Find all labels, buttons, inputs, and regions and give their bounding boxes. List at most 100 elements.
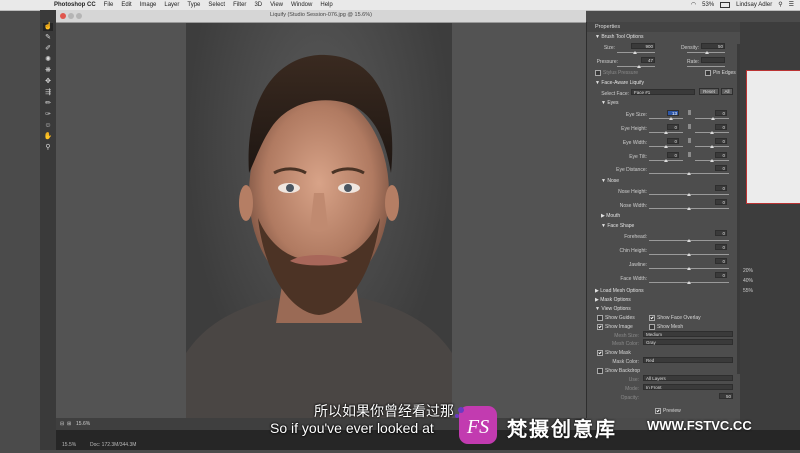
eye-width-left-knob[interactable] xyxy=(664,145,668,148)
eye-distance-field[interactable]: 0 xyxy=(715,165,727,171)
zoom-level[interactable]: 15.6% xyxy=(76,421,90,427)
select-face-dropdown[interactable]: Face #1 xyxy=(631,89,695,95)
show-mesh-checkbox[interactable] xyxy=(649,324,655,330)
zoom-minus-icon[interactable]: ⊟ xyxy=(60,421,64,427)
rate-field[interactable] xyxy=(701,57,725,63)
show-mask-checkbox[interactable] xyxy=(597,350,603,356)
chin-height-field[interactable]: 0 xyxy=(715,244,727,250)
nose-width-field[interactable]: 0 xyxy=(715,199,727,205)
preview-canvas[interactable] xyxy=(56,23,586,418)
nose-width-knob[interactable] xyxy=(687,207,691,210)
forehead-field[interactable]: 0 xyxy=(715,230,727,236)
eye-height-left-field[interactable]: 0 xyxy=(667,124,679,130)
opacity-field[interactable]: 50 xyxy=(719,393,733,399)
eye-height-link-icon[interactable] xyxy=(688,124,691,129)
menu-3d[interactable]: 3D xyxy=(254,2,262,8)
density-field[interactable]: 50 xyxy=(701,43,725,49)
face-width-field[interactable]: 0 xyxy=(715,272,727,278)
forehead-knob[interactable] xyxy=(687,239,691,242)
reset-button[interactable]: Reset xyxy=(699,88,719,95)
jawline-field[interactable]: 0 xyxy=(715,258,727,264)
smooth-tool-icon[interactable]: ✐ xyxy=(43,45,53,53)
menu-view[interactable]: View xyxy=(270,2,283,8)
pin-edges-checkbox[interactable] xyxy=(705,70,711,76)
reconstruct-tool-icon[interactable]: ✎ xyxy=(43,34,53,42)
mode-dropdown[interactable]: In Front xyxy=(643,384,733,390)
menu-select[interactable]: Select xyxy=(208,2,225,8)
rate-slider[interactable] xyxy=(687,66,725,67)
freeze-mask-tool-icon[interactable]: ✏ xyxy=(43,100,53,108)
show-face-overlay-checkbox[interactable] xyxy=(649,315,655,321)
nose-header[interactable]: ▼ Nose xyxy=(601,178,619,184)
density-slider-knob[interactable] xyxy=(705,51,709,54)
eye-size-link-icon[interactable] xyxy=(688,110,691,115)
mask-options-header[interactable]: ▶ Mask Options xyxy=(595,297,631,303)
pucker-tool-icon[interactable]: ❋ xyxy=(43,67,53,75)
thaw-mask-tool-icon[interactable]: ✑ xyxy=(43,111,53,119)
pressure-field[interactable]: 47 xyxy=(641,57,655,63)
eye-distance-knob[interactable] xyxy=(687,172,691,175)
eye-size-right-knob[interactable] xyxy=(711,117,715,120)
mask-color-dropdown[interactable]: Red xyxy=(643,357,733,363)
menu-type[interactable]: Type xyxy=(187,2,200,8)
menu-file[interactable]: File xyxy=(104,2,114,8)
eye-tilt-right-knob[interactable] xyxy=(710,159,714,162)
battery-level[interactable]: 53% xyxy=(702,2,714,8)
face-tool-icon[interactable]: ☺ xyxy=(43,122,53,130)
menu-filter[interactable]: Filter xyxy=(233,2,246,8)
navigator-thumbnail[interactable] xyxy=(746,70,800,204)
user-name[interactable]: Lindsay Adler xyxy=(736,2,772,8)
eye-tilt-left-field[interactable]: 0 xyxy=(667,152,679,158)
brush-options-header[interactable]: ▼ Brush Tool Options xyxy=(595,34,644,40)
eye-width-right-knob[interactable] xyxy=(710,145,714,148)
jawline-knob[interactable] xyxy=(687,267,691,270)
eye-tilt-right-field[interactable]: 0 xyxy=(715,152,727,158)
use-dropdown[interactable]: All Layers xyxy=(643,375,733,381)
mouth-header[interactable]: ▶ Mouth xyxy=(601,213,620,219)
pressure-slider-knob[interactable] xyxy=(637,65,641,68)
nose-height-knob[interactable] xyxy=(687,193,691,196)
chin-height-knob[interactable] xyxy=(687,253,691,256)
eye-height-right-knob[interactable] xyxy=(710,131,714,134)
all-button[interactable]: All xyxy=(721,88,733,95)
size-field[interactable]: 900 xyxy=(631,43,655,49)
nose-height-field[interactable]: 0 xyxy=(715,185,727,191)
stylus-pressure-checkbox[interactable] xyxy=(595,70,601,76)
twirl-tool-icon[interactable]: ✺ xyxy=(43,56,53,64)
eye-height-left-knob[interactable] xyxy=(664,131,668,134)
eye-width-link-icon[interactable] xyxy=(688,138,691,143)
load-mesh-header[interactable]: ▶ Load Mesh Options xyxy=(595,288,644,294)
eye-tilt-left-knob[interactable] xyxy=(664,159,668,162)
search-icon[interactable]: ⚲ xyxy=(778,1,782,8)
eye-size-left-slider[interactable] xyxy=(649,118,683,119)
mesh-size-dropdown[interactable]: Medium xyxy=(643,331,733,337)
show-backdrop-checkbox[interactable] xyxy=(597,368,603,374)
menu-help[interactable]: Help xyxy=(320,2,332,8)
face-shape-header[interactable]: ▼ Face Shape xyxy=(601,223,634,229)
hand-tool-icon[interactable]: ✋ xyxy=(43,133,53,141)
eye-tilt-link-icon[interactable] xyxy=(688,152,691,157)
eye-width-left-field[interactable]: 0 xyxy=(667,138,679,144)
mesh-color-dropdown[interactable]: Gray xyxy=(643,339,733,345)
show-guides-checkbox[interactable] xyxy=(597,315,603,321)
view-options-header[interactable]: ▼ View Options xyxy=(595,306,631,312)
zoom-plus-icon[interactable]: ⊞ xyxy=(67,421,71,427)
show-image-checkbox[interactable] xyxy=(597,324,603,330)
size-slider-knob[interactable] xyxy=(633,51,637,54)
eyes-header[interactable]: ▼ Eyes xyxy=(601,100,618,106)
eye-size-right-field[interactable]: 0 xyxy=(715,110,727,116)
pressure-slider[interactable] xyxy=(617,66,655,67)
eye-height-right-field[interactable]: 0 xyxy=(715,124,727,130)
wifi-icon[interactable]: ◠ xyxy=(691,1,696,8)
push-left-tool-icon[interactable]: ⇶ xyxy=(43,89,53,97)
eye-size-left-knob[interactable] xyxy=(669,117,673,120)
menu-window[interactable]: Window xyxy=(291,2,312,8)
eye-width-right-field[interactable]: 0 xyxy=(715,138,727,144)
face-aware-header[interactable]: ▼ Face-Aware Liquify xyxy=(595,80,644,86)
menu-layer[interactable]: Layer xyxy=(164,2,179,8)
list-icon[interactable]: ☰ xyxy=(789,1,794,8)
face-width-knob[interactable] xyxy=(687,281,691,284)
menu-app[interactable]: Photoshop CC xyxy=(54,2,96,8)
menu-image[interactable]: Image xyxy=(140,2,157,8)
zoom-tool-icon[interactable]: ⚲ xyxy=(43,144,53,152)
